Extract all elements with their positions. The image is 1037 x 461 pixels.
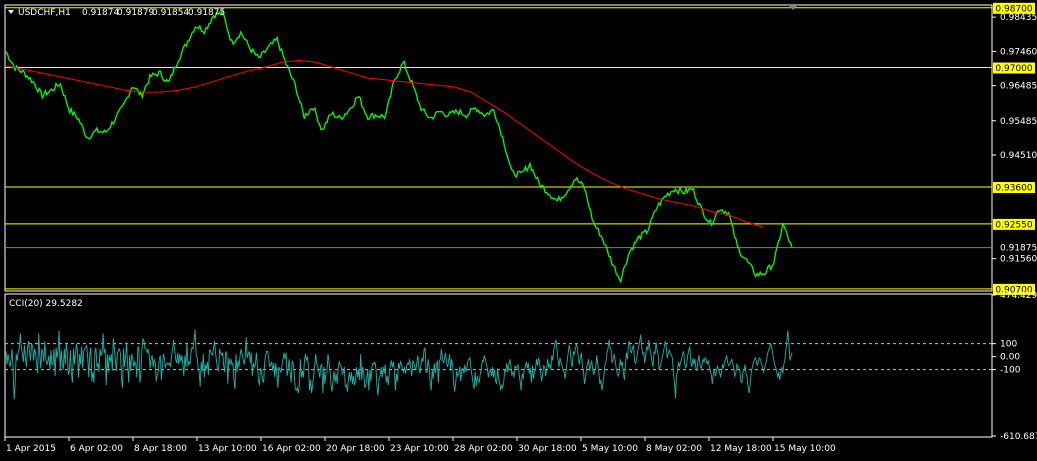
price-tick-label: 0.96485: [1000, 82, 1037, 92]
time-tick-label: 23 Apr 10:00: [390, 444, 449, 454]
current-price-label: 0.91875: [1000, 244, 1037, 254]
cci-tick-label: -610.6873: [1000, 432, 1037, 442]
ohlc-low: 0.91854: [152, 8, 189, 18]
time-tick-label: 12 May 18:00: [710, 444, 772, 454]
time-tick-label: 30 Apr 18:00: [518, 444, 577, 454]
time-tick-label: 1 Apr 2015: [6, 444, 56, 454]
level-price-label: 0.93600: [995, 184, 1032, 194]
cci-tick-label: -100: [1000, 366, 1021, 376]
cci-axis-ticks: 474.4294 100 0.00 -100 -610.6873: [992, 291, 1037, 442]
symbol-label: USDCHF,H1: [18, 8, 71, 18]
cci-tick-label: 0.00: [1000, 353, 1020, 363]
price-tick-label: 0.95485: [1000, 117, 1037, 127]
level-price-label: 0.92550: [995, 220, 1032, 230]
price-tick-label: 0.97460: [1000, 47, 1037, 57]
time-tick-label: 28 Apr 02:00: [454, 444, 513, 454]
time-axis-ticks: 1 Apr 2015 6 Apr 02:00 8 Apr 18:00 13 Apr 1…: [4, 437, 836, 454]
time-tick-label: 6 Apr 02:00: [70, 444, 123, 454]
cci-tick-label: 100: [1000, 340, 1017, 350]
price-tick-label: 0.94510: [1000, 151, 1037, 161]
price-line: [5, 8, 793, 284]
cci-series-group: [5, 329, 793, 400]
time-tick-label: 13 Apr 10:00: [198, 444, 257, 454]
price-tick-label: 0.98435: [1000, 13, 1037, 23]
ohlc-close: 0.91875: [188, 8, 225, 18]
time-tick-label: 15 May 10:00: [774, 444, 836, 454]
moving-average-line: [5, 59, 765, 228]
time-tick-label: 5 May 10:00: [582, 444, 638, 454]
ohlc-open: 0.91874: [82, 8, 119, 18]
cci-line: [5, 329, 793, 400]
time-tick-label: 8 May 02:00: [646, 444, 702, 454]
level-price-label: 0.97000: [995, 64, 1032, 74]
price-levels: 0.987000.970000.936000.925500.907000.918…: [5, 2, 1037, 295]
cci-indicator-label: CCI(20) 29.5282: [9, 299, 83, 309]
ohlc-high: 0.91879: [117, 8, 154, 18]
price-series-group: [5, 8, 793, 284]
chart-window[interactable]: 0.98700 0.97000 0.93600 0.92550 0.90700 0.918…: [0, 0, 1037, 457]
time-tick-label: 16 Apr 02:00: [262, 444, 321, 454]
chart-canvas[interactable]: 0.987000.970000.936000.925500.907000.918…: [0, 0, 1037, 457]
price-tick-label: 0.91560: [1000, 255, 1037, 265]
time-tick-label: 8 Apr 18:00: [134, 444, 187, 454]
cci-tick-label: 474.4294: [1000, 291, 1037, 301]
time-tick-label: 20 Apr 18:00: [326, 444, 385, 454]
chart-header: USDCHF,H1 0.91874 0.91879 0.91854 0.9187…: [8, 8, 225, 18]
chart-menu-arrow-icon[interactable]: [8, 10, 14, 14]
